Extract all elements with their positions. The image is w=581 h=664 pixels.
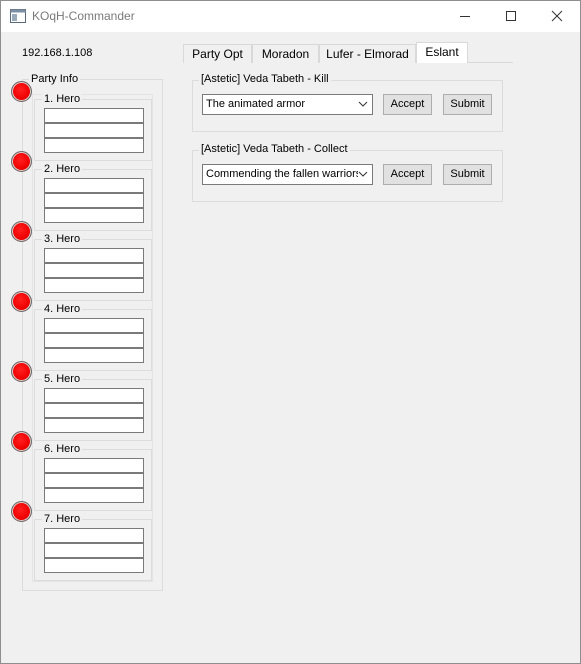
button-label: Submit — [450, 98, 485, 110]
tab-label: Eslant — [425, 45, 459, 59]
chevron-down-icon — [358, 101, 368, 107]
accept-button[interactable]: Accept — [383, 164, 432, 185]
tab-label: Lufer - Elmorad — [326, 47, 409, 61]
hero-slot[interactable] — [44, 473, 144, 488]
hero-1-status-indicator — [11, 81, 32, 102]
tab-moradon[interactable]: Moradon — [252, 44, 319, 63]
accept-button[interactable]: Accept — [383, 94, 432, 115]
hero-slot[interactable] — [44, 123, 144, 138]
hero-slot[interactable] — [44, 263, 144, 278]
party-info-title: Party Info — [29, 73, 81, 85]
quest-group-kill: [Astetic] Veda Tabeth - Kill The animate… — [192, 73, 503, 132]
hero-slot[interactable] — [44, 388, 144, 403]
hero-slot[interactable] — [44, 193, 144, 208]
maximize-icon — [506, 11, 516, 21]
quest-select-kill[interactable]: The animated armor — [202, 94, 373, 115]
hero-slot[interactable] — [44, 348, 144, 363]
hero-6-status-indicator — [11, 431, 32, 452]
quest-select-value: The animated armor — [206, 98, 306, 110]
app-window: KOqH-Commander 192.168.1.108 Party Opt M… — [0, 0, 581, 664]
chevron-down-icon — [358, 171, 368, 177]
tab-eslant[interactable]: Eslant — [416, 42, 468, 63]
hero-label: 7. Hero — [42, 513, 83, 525]
hero-group-6: 6. Hero — [34, 443, 152, 511]
hero-slot[interactable] — [44, 488, 144, 503]
button-label: Accept — [390, 98, 425, 110]
hero-slot[interactable] — [44, 138, 144, 153]
tab-label: Party Opt — [192, 47, 243, 61]
tab-party-opt[interactable]: Party Opt — [183, 44, 252, 63]
quest-title: [Astetic] Veda Tabeth - Collect — [199, 143, 350, 155]
hero-group-7: 7. Hero — [34, 513, 152, 581]
hero-slot[interactable] — [44, 458, 144, 473]
hero-group-4: 4. Hero — [34, 303, 152, 371]
hero-group-3: 3. Hero — [34, 233, 152, 301]
minimize-icon — [460, 16, 470, 17]
hero-label: 2. Hero — [42, 163, 83, 175]
hero-3-status-indicator — [11, 221, 32, 242]
hero-4-status-indicator — [11, 291, 32, 312]
hero-slot[interactable] — [44, 543, 144, 558]
hero-slot[interactable] — [44, 558, 144, 573]
app-icon — [10, 9, 26, 23]
hero-group-2: 2. Hero — [34, 163, 152, 231]
hero-2-status-indicator — [11, 151, 32, 172]
tab-label: Moradon — [261, 47, 310, 61]
window-title: KOqH-Commander — [32, 9, 135, 23]
hero-label: 1. Hero — [42, 93, 83, 105]
ip-address-label: 192.168.1.108 — [22, 47, 93, 59]
quest-select-value: Commending the fallen warriors — [206, 168, 362, 180]
hero-slot[interactable] — [44, 278, 144, 293]
hero-slot[interactable] — [44, 333, 144, 348]
quest-select-collect[interactable]: Commending the fallen warriors — [202, 164, 373, 185]
hero-group-5: 5. Hero — [34, 373, 152, 441]
hero-label: 3. Hero — [42, 233, 83, 245]
submit-button[interactable]: Submit — [443, 164, 492, 185]
title-bar[interactable]: KOqH-Commander — [1, 1, 580, 32]
close-button[interactable] — [534, 1, 580, 32]
hero-label: 4. Hero — [42, 303, 83, 315]
hero-slot[interactable] — [44, 208, 144, 223]
hero-slot[interactable] — [44, 403, 144, 418]
button-label: Submit — [450, 168, 485, 180]
hero-slot[interactable] — [44, 318, 144, 333]
hero-7-status-indicator — [11, 501, 32, 522]
hero-slot[interactable] — [44, 528, 144, 543]
hero-5-status-indicator — [11, 361, 32, 382]
quest-group-collect: [Astetic] Veda Tabeth - Collect Commendi… — [192, 143, 503, 202]
hero-label: 6. Hero — [42, 443, 83, 455]
quest-title: [Astetic] Veda Tabeth - Kill — [199, 73, 331, 85]
close-icon — [551, 10, 563, 22]
maximize-button[interactable] — [488, 1, 534, 32]
hero-label: 5. Hero — [42, 373, 83, 385]
hero-slot[interactable] — [44, 248, 144, 263]
button-label: Accept — [390, 168, 425, 180]
hero-group-1: 1. Hero — [34, 93, 152, 161]
hero-slot[interactable] — [44, 418, 144, 433]
hero-slot[interactable] — [44, 178, 144, 193]
tab-lufer-elmorad[interactable]: Lufer - Elmorad — [319, 44, 416, 63]
hero-slot[interactable] — [44, 108, 144, 123]
minimize-button[interactable] — [442, 1, 488, 32]
submit-button[interactable]: Submit — [443, 94, 492, 115]
